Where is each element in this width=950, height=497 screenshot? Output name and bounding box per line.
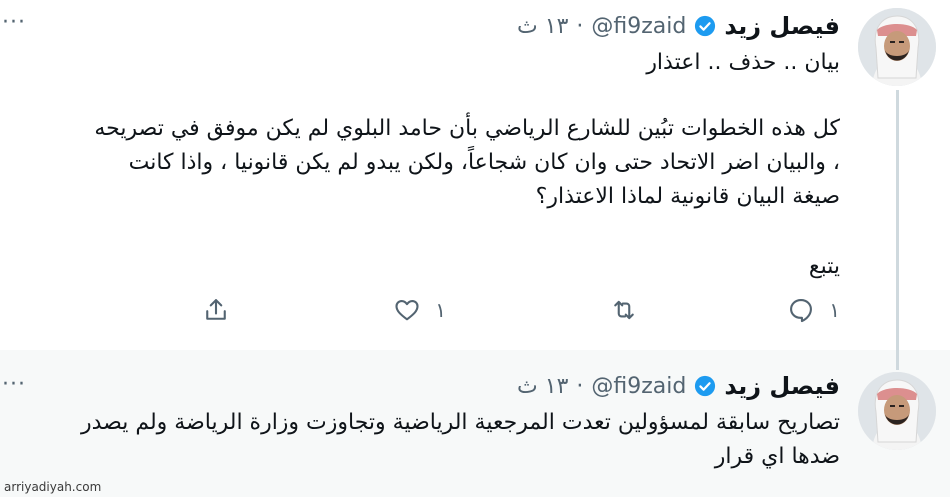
reply-icon: [790, 299, 813, 323]
tweet-text-body: كل هذه الخطوات تبُين للشارع الرياضي بأن …: [94, 116, 840, 209]
share-button[interactable]: [202, 296, 244, 324]
retweet-icon: [614, 300, 634, 320]
thread-line: [896, 90, 899, 350]
display-name[interactable]: فيصل زيد: [724, 372, 840, 400]
tweet-text-body: تصاريح سابقة لمسؤولين تعدت المرجعية الري…: [80, 410, 840, 469]
avatar[interactable]: [858, 372, 936, 450]
handle[interactable]: @fi9zaid: [591, 374, 686, 399]
handle[interactable]: @fi9zaid: [591, 14, 686, 39]
separator-dot: ·: [576, 13, 584, 39]
like-button[interactable]: ١: [393, 296, 446, 324]
thread-line: [896, 350, 899, 370]
tweet-text-line: بيان .. حذف .. اعتذار: [646, 50, 840, 75]
watermark: arriyadiyah.com: [4, 480, 102, 494]
tweet-text-follow: يتبع: [808, 254, 840, 279]
separator-dot: ·: [576, 373, 584, 399]
heart-icon: [395, 299, 419, 321]
more-options-icon[interactable]: ···: [2, 374, 26, 396]
display-name[interactable]: فيصل زيد: [724, 12, 840, 40]
verified-badge-icon: [694, 15, 716, 37]
timestamp[interactable]: ١٣ ث: [517, 14, 568, 39]
avatar[interactable]: [858, 8, 936, 86]
retweet-button[interactable]: [610, 296, 652, 324]
tweet-1[interactable]: فيصل زيد @fi9zaid · ١٣ ث ··· بيان .. حذف…: [0, 0, 950, 350]
avatar-image: [858, 8, 936, 86]
like-count: ١: [435, 298, 446, 322]
reply-count: ١: [829, 298, 840, 322]
more-options-icon[interactable]: ···: [2, 12, 26, 34]
tweet-2[interactable]: فيصل زيد @fi9zaid · ١٣ ث ··· تصاريح سابق…: [0, 350, 950, 497]
tweet-header: فيصل زيد @fi9zaid · ١٣ ث: [517, 12, 840, 40]
reply-button[interactable]: ١: [787, 296, 840, 324]
verified-badge-icon: [694, 375, 716, 397]
tweet-actions: ١ ١: [100, 296, 840, 332]
timestamp[interactable]: ١٣ ث: [517, 374, 568, 399]
avatar-image: [858, 372, 936, 450]
tweet-header: فيصل زيد @fi9zaid · ١٣ ث: [517, 372, 840, 400]
share-icon: [206, 299, 226, 320]
